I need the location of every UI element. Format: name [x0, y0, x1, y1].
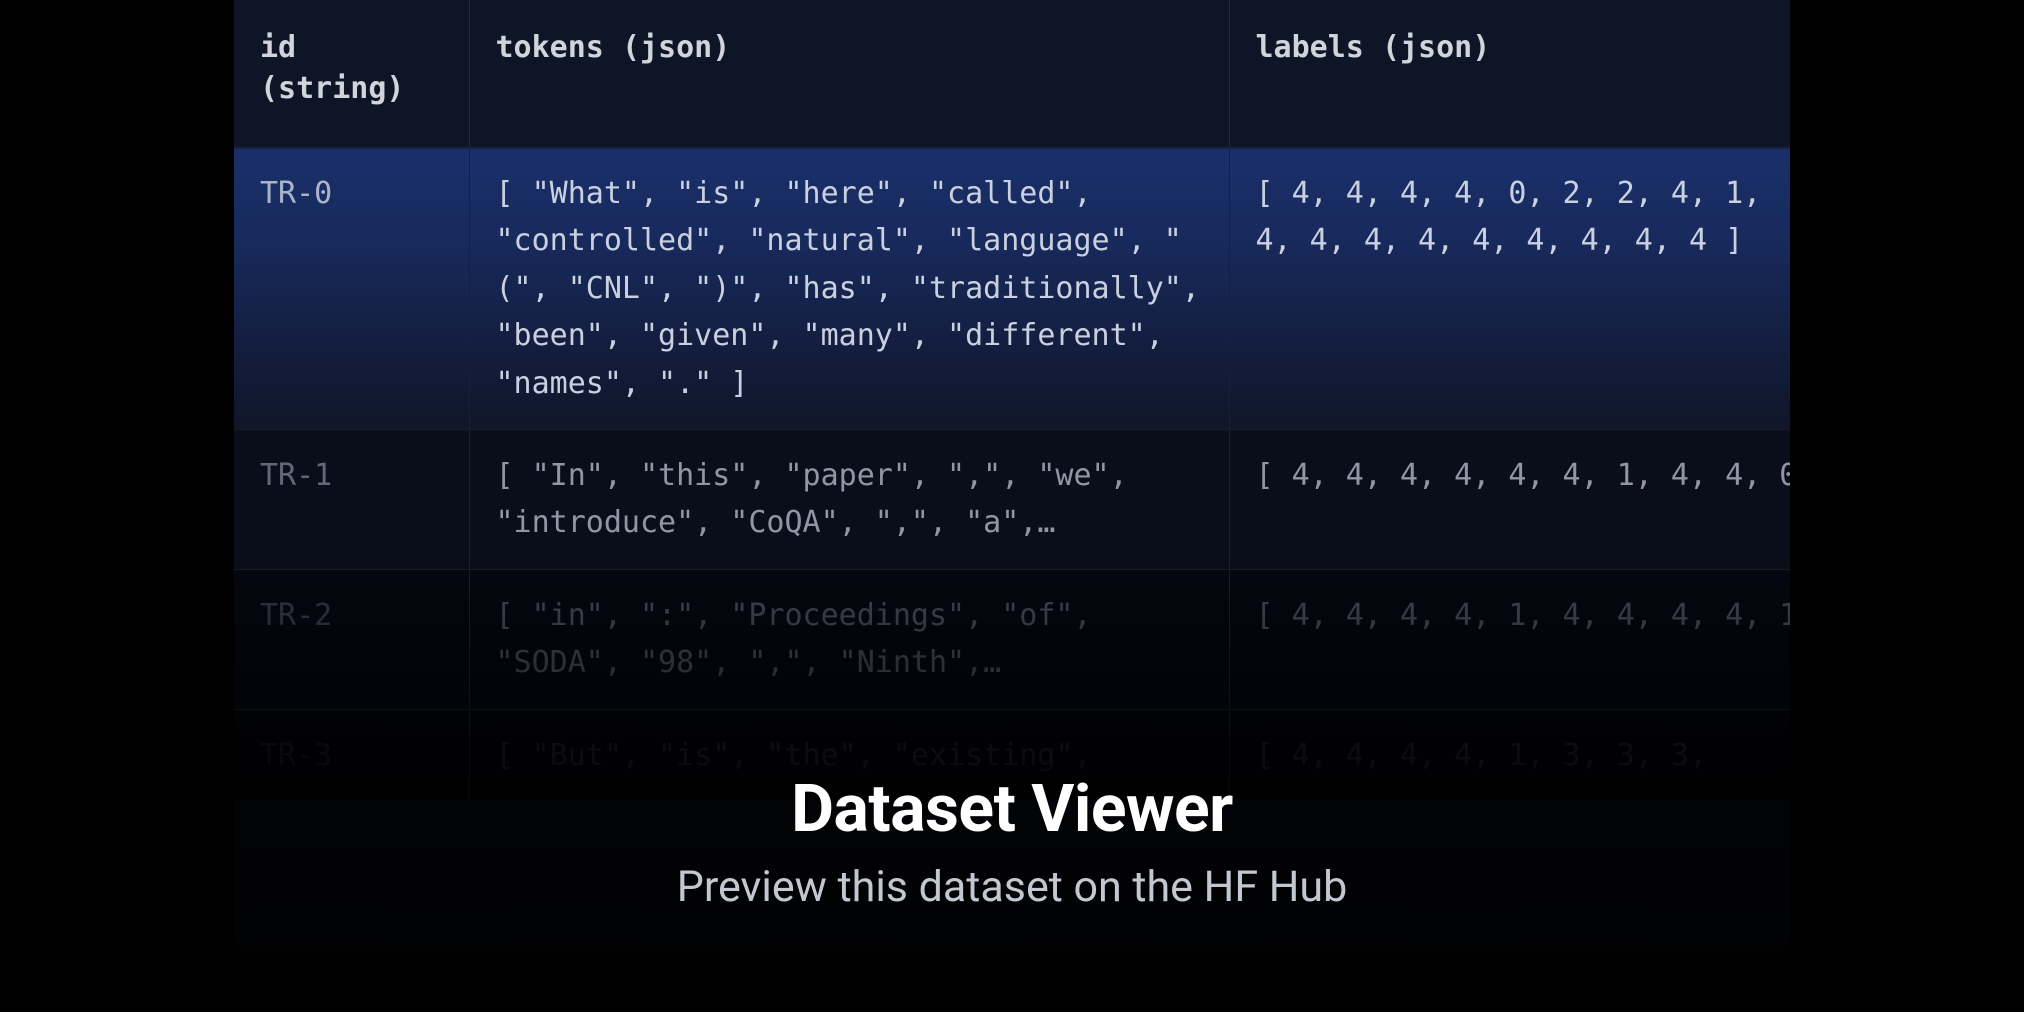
dataset-viewer-card: id (string) tokens (json) labels (json) … [234, 0, 1790, 1012]
table-row[interactable]: TR-0 [ "What", "is", "here", "called", "… [234, 148, 1790, 430]
cell-id: TR-3 [234, 709, 469, 801]
cell-id: TR-2 [234, 569, 469, 709]
table-header-row: id (string) tokens (json) labels (json) [234, 0, 1790, 148]
cell-tokens: [ "But", "is", "the", "existing", [469, 709, 1229, 801]
cell-labels: [ 4, 4, 4, 4, 0, 2, 2, 4, 1, 4, 4, 4, 4,… [1229, 148, 1790, 430]
cell-tokens: [ "What", "is", "here", "called", "contr… [469, 148, 1229, 430]
dataset-preview-table: id (string) tokens (json) labels (json) … [234, 0, 1790, 801]
column-name: tokens [496, 30, 604, 65]
column-header-labels[interactable]: labels (json) [1229, 0, 1790, 148]
table-row[interactable]: TR-2 [ "in", ":", "Proceedings", "of", "… [234, 569, 1790, 709]
cell-tokens: [ "in", ":", "Proceedings", "of", "SODA"… [469, 569, 1229, 709]
cell-labels: [ 4, 4, 4, 4, 1, 3, 3, 3, [1229, 709, 1790, 801]
column-type: (json) [622, 30, 730, 65]
column-type: (string) [260, 71, 405, 106]
cell-labels: [ 4, 4, 4, 4, 4, 4, 1, 4, 4, 0, 2, 2, 4,… [1229, 429, 1790, 569]
column-name: id [260, 30, 296, 65]
column-header-tokens[interactable]: tokens (json) [469, 0, 1229, 148]
cell-tokens: [ "In", "this", "paper", ",", "we", "int… [469, 429, 1229, 569]
column-header-id[interactable]: id (string) [234, 0, 469, 148]
cell-labels: [ 4, 4, 4, 4, 1, 4, 4, 4, 4, 1, 4, 1, 4,… [1229, 569, 1790, 709]
column-name: labels [1256, 30, 1364, 65]
table-row[interactable]: TR-3 [ "But", "is", "the", "existing", [… [234, 709, 1790, 801]
overlay-subtitle: Preview this dataset on the HF Hub [234, 862, 1790, 912]
table-row[interactable]: TR-1 [ "In", "this", "paper", ",", "we",… [234, 429, 1790, 569]
cell-id: TR-0 [234, 148, 469, 430]
cell-id: TR-1 [234, 429, 469, 569]
column-type: (json) [1382, 30, 1490, 65]
